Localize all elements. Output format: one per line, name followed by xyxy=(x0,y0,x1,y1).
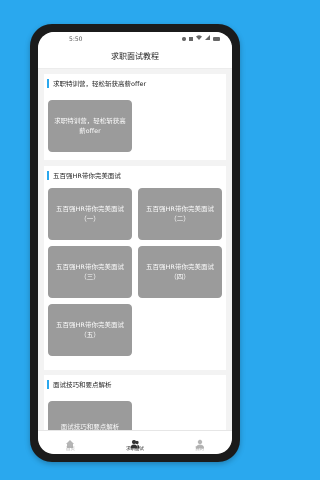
course-card-label: 面试技巧和要点解析 xyxy=(60,423,120,430)
page-title: 求职面试教程 xyxy=(38,46,232,69)
section-accent-bar xyxy=(47,79,49,88)
vibrate-icon xyxy=(189,36,193,41)
alarm-icon xyxy=(182,36,186,41)
home-icon xyxy=(65,434,75,448)
section-title: 面试技巧和要点解析 xyxy=(53,381,112,389)
status-bar: 5:50 xyxy=(38,32,232,46)
course-card[interactable]: 求职特训营，轻松斩获高薪offer xyxy=(48,100,132,152)
tab-label: 我的 xyxy=(195,447,205,452)
person-icon xyxy=(195,434,205,449)
course-card-label: 五百强HR带你完美面试（五） xyxy=(56,321,124,339)
section-title: 五百强HR带你完美面试 xyxy=(53,172,121,180)
tab-home[interactable]: 首页 xyxy=(38,431,103,454)
section-header: 面试技巧和要点解析 xyxy=(44,375,226,393)
people-icon xyxy=(130,434,140,449)
course-card[interactable]: 面试技巧和要点解析 xyxy=(48,401,132,430)
course-card-label: 五百强HR带你完美面试（三） xyxy=(56,263,124,281)
section-interview-tips: 面试技巧和要点解析 面试技巧和要点解析 xyxy=(44,375,226,430)
section-accent-bar xyxy=(47,380,49,389)
tab-label: 求职面试 xyxy=(126,447,144,452)
course-card-label: 五百强HR带你完美面试（四） xyxy=(146,263,214,281)
section-title: 求职特训营，轻松斩获高薪offer xyxy=(53,80,147,88)
status-time: 5:50 xyxy=(69,36,83,43)
tab-interview[interactable]: 求职面试 xyxy=(103,431,168,454)
status-icons xyxy=(182,35,220,42)
course-card[interactable]: 五百强HR带你完美面试（二） xyxy=(138,188,222,240)
course-card[interactable]: 五百强HR带你完美面试（五） xyxy=(48,304,132,356)
signal-icon xyxy=(205,35,210,42)
wifi-icon xyxy=(196,35,202,42)
phone-frame: 5:50 求职面试教程 求职特训营，轻松斩获高薪offer 求职特训营，轻松斩获… xyxy=(30,24,240,462)
section-header: 求职特训营，轻松斩获高薪offer xyxy=(44,74,226,92)
course-card-label: 五百强HR带你完美面试（二） xyxy=(146,205,214,223)
course-card[interactable]: 五百强HR带你完美面试（三） xyxy=(48,246,132,298)
content-area[interactable]: 求职特训营，轻松斩获高薪offer 求职特训营，轻松斩获高薪offer 五百强H… xyxy=(38,69,232,430)
bottom-tab-bar: 首页 求职面试 我的 xyxy=(38,430,232,454)
section-training-camp: 求职特训营，轻松斩获高薪offer 求职特训营，轻松斩获高薪offer xyxy=(44,74,226,160)
app-screen: 5:50 求职面试教程 求职特训营，轻松斩获高薪offer 求职特训营，轻松斩获… xyxy=(38,32,232,454)
course-card-label: 五百强HR带你完美面试（一） xyxy=(56,205,124,223)
course-card[interactable]: 五百强HR带你完美面试（四） xyxy=(138,246,222,298)
course-card[interactable]: 五百强HR带你完美面试（一） xyxy=(48,188,132,240)
section-accent-bar xyxy=(47,171,49,180)
tab-mine[interactable]: 我的 xyxy=(167,431,232,454)
tab-label: 首页 xyxy=(65,447,75,452)
section-hr-interview: 五百强HR带你完美面试 五百强HR带你完美面试（一） 五百强HR带你完美面试（二… xyxy=(44,166,226,370)
section-header: 五百强HR带你完美面试 xyxy=(44,166,226,184)
battery-icon xyxy=(213,36,220,41)
course-card-label: 求职特训营，轻松斩获高薪offer xyxy=(54,117,126,135)
